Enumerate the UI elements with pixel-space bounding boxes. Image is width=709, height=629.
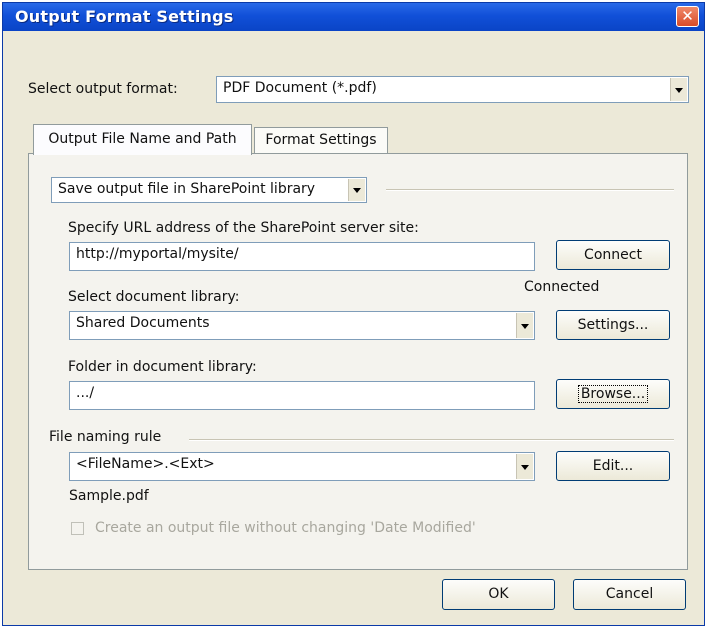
library-value: Shared Documents [76,315,210,331]
ok-button[interactable]: OK [442,579,555,610]
separator-line [386,189,674,191]
connect-button[interactable]: Connect [556,240,670,270]
output-format-value: PDF Document (*.pdf) [223,80,377,96]
dialog-window: Output Format Settings ✕ Select output f… [2,2,705,626]
naming-edit-button[interactable]: Edit... [556,451,670,481]
chevron-down-icon[interactable] [516,313,533,338]
save-mode-value: Save output file in SharePoint library [58,181,316,197]
naming-rule-select[interactable]: <FileName>.<Ext> [69,452,535,481]
tab-panel: Save output file in SharePoint library S… [28,153,688,570]
library-select[interactable]: Shared Documents [69,311,535,340]
chevron-down-icon[interactable] [516,454,533,479]
folder-label: Folder in document library: [68,359,257,375]
library-label: Select document library: [68,289,240,305]
url-input[interactable]: http://myportal/mysite/ [69,242,535,271]
title-bar[interactable]: Output Format Settings ✕ [3,3,704,31]
browse-button[interactable]: Browse... [556,379,670,409]
tab-format-settings[interactable]: Format Settings [254,127,388,154]
chevron-down-icon[interactable] [670,78,687,101]
library-settings-button[interactable]: Settings... [556,310,670,340]
naming-rule-label: File naming rule [49,429,162,445]
chevron-down-icon[interactable] [348,179,365,201]
url-value: http://myportal/mysite/ [76,246,239,262]
dialog-title: Output Format Settings [15,7,234,26]
separator-line [189,439,674,441]
browse-button-label: Browse... [577,385,649,403]
save-mode-select[interactable]: Save output file in SharePoint library [51,177,367,203]
keep-date-label: Create an output file without changing '… [95,520,476,536]
tab-output-file-name-and-path[interactable]: Output File Name and Path [33,124,252,155]
cancel-button[interactable]: Cancel [573,579,686,610]
close-icon[interactable]: ✕ [676,6,699,27]
folder-value: .../ [76,385,95,401]
output-format-select[interactable]: PDF Document (*.pdf) [216,76,689,103]
keep-date-checkbox[interactable] [71,522,84,535]
naming-rule-value: <FileName>.<Ext> [76,456,215,472]
url-label: Specify URL address of the SharePoint se… [68,220,419,236]
folder-input[interactable]: .../ [69,381,535,410]
naming-sample: Sample.pdf [69,488,149,504]
output-format-label: Select output format: [28,81,178,97]
connection-status: Connected [524,279,600,295]
